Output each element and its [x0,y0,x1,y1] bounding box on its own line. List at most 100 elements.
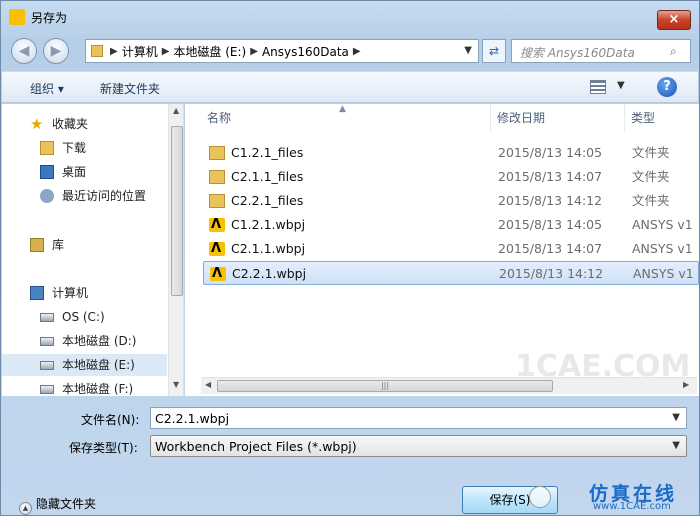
breadcrumb-computer[interactable]: 计算机 [122,44,158,60]
scroll-thumb[interactable]: ||| [217,380,553,392]
nav-item-recent-places[interactable]: 最近访问的位置 [2,185,167,207]
forward-button[interactable]: ▶ [43,38,69,64]
file-date: 2015/8/13 14:05 [498,217,603,232]
hide-folders-label: 隐藏文件夹 [36,497,97,511]
save-as-dialog: 另存为 × ◀ ▶ ▶ 计算机 ▶ 本地磁盘 (E:) ▶ Ansys160Da… [0,0,700,516]
file-date: 2015/8/13 14:12 [499,266,604,281]
chevron-right-icon[interactable]: ▶ [162,44,170,60]
nav-item-label: 收藏夹 [52,117,89,131]
watermark-url: www.1CAE.com [593,501,671,512]
file-type: ANSYS v1 [633,266,694,281]
back-button[interactable]: ◀ [11,38,37,64]
nav-item-label: 桌面 [62,165,87,179]
folder-icon [209,170,225,184]
breadcrumb-ansys160data[interactable]: Ansys160Data [262,44,349,60]
scroll-left-icon[interactable]: ◀ [205,380,211,389]
file-name: C1.2.1.wbpj [231,217,306,232]
column-header-type[interactable]: 类型 [625,104,699,132]
nav-item-label: 本地磁盘 (D:) [62,334,137,348]
filename-field[interactable]: ▼ [150,407,687,429]
folder-icon [40,141,54,155]
horizontal-scrollbar[interactable]: ◀ ||| ▶ [201,377,697,394]
scroll-thumb[interactable] [171,126,183,296]
view-options-icon[interactable] [590,80,606,94]
chevron-down-icon[interactable]: ▼ [672,440,680,451]
nav-item-label: 最近访问的位置 [62,189,147,203]
breadcrumb-drive-e[interactable]: 本地磁盘 (E:) [173,44,246,60]
chevron-down-icon[interactable]: ▼ [464,45,472,56]
nav-item-drive-e[interactable]: 本地磁盘 (E:) [2,354,167,376]
file-date: 2015/8/13 14:07 [498,169,603,184]
new-folder-button[interactable]: 新建文件夹 [100,80,160,97]
help-icon[interactable]: ? [657,77,677,97]
window-title: 另存为 [31,11,68,25]
wechat-watermark-icon [529,486,551,508]
drive-icon [40,385,54,394]
file-row[interactable]: C2.1.1.wbpj 2015/8/13 14:07 ANSYS v1 [203,237,699,261]
title-bar: 另存为 × [1,1,699,31]
filename-label: 文件名(N): [81,413,140,427]
file-date: 2015/8/13 14:07 [498,241,603,256]
column-header-date[interactable]: 修改日期 [491,104,625,132]
close-button[interactable]: × [657,10,691,30]
file-row-selected[interactable]: C2.2.1.wbpj 2015/8/13 14:12 ANSYS v1 [203,261,699,286]
file-row[interactable]: C2.2.1_files 2015/8/13 14:12 文件夹 [203,189,699,213]
file-type: ANSYS v1 [632,241,693,256]
nav-item-drive-c[interactable]: OS (C:) [2,306,167,328]
file-row[interactable]: C1.2.1.wbpj 2015/8/13 14:05 ANSYS v1 [203,213,699,237]
ansys-file-icon [210,262,226,286]
organize-button[interactable]: 组织 ▾ [30,80,64,97]
search-input[interactable]: 搜索 Ansys160Data ⌕ [511,39,691,63]
nav-item-downloads[interactable]: 下载 [2,137,167,159]
drive-icon [40,361,54,370]
breadcrumb: ▶ 计算机 ▶ 本地磁盘 (E:) ▶ Ansys160Data ▶ [110,44,361,60]
refresh-button[interactable]: ⇄ [482,39,506,63]
chevron-down-icon[interactable]: ▼ [672,412,680,423]
file-date: 2015/8/13 14:12 [498,193,603,208]
folder-icon [209,146,225,160]
ansys-app-icon [9,9,25,25]
file-row[interactable]: C2.1.1_files 2015/8/13 14:07 文件夹 [203,165,699,189]
chevron-right-icon[interactable]: ▶ [353,44,361,60]
filetype-select[interactable]: Workbench Project Files (*.wbpj) ▼ [150,435,687,457]
column-header-name[interactable]: 名称 [201,104,491,132]
file-name: C2.1.1.wbpj [231,241,306,256]
folder-icon [91,45,103,57]
toolbar: 组织 ▾ 新建文件夹 ▼ ? [2,71,698,103]
nav-item-drive-d[interactable]: 本地磁盘 (D:) [2,330,167,352]
filetype-label: 保存类型(T): [69,441,138,455]
file-name: C2.2.1_files [231,193,304,208]
nav-item-favorites[interactable]: ★ 收藏夹 [2,113,167,135]
sort-up-icon: ▲ [339,104,346,114]
nav-item-libraries[interactable]: 库 [2,234,167,256]
search-icon[interactable]: ⌕ [670,44,684,58]
scroll-down-icon[interactable]: ▼ [173,380,179,389]
filetype-value: Workbench Project Files (*.wbpj) [155,439,357,454]
nav-item-drive-f[interactable]: 本地磁盘 (F:) [2,378,167,396]
chevron-right-icon[interactable]: ▶ [110,44,118,60]
recent-icon [40,189,54,203]
chevron-down-icon[interactable]: ▼ [617,80,625,91]
chevron-right-icon[interactable]: ▶ [250,44,258,60]
file-list: 名称 ▲ 修改日期 类型 C1.2.1_files 2015/8/13 14:0… [185,104,699,396]
file-row[interactable]: C1.2.1_files 2015/8/13 14:05 文件夹 [203,141,699,165]
nav-item-label: 下载 [62,141,87,155]
search-placeholder: 搜索 Ansys160Data [520,46,635,60]
nav-item-computer[interactable]: 计算机 [2,282,167,304]
nav-scrollbar[interactable]: ▲ ▼ [168,104,183,396]
star-icon: ★ [30,115,44,133]
address-bar[interactable]: ▶ 计算机 ▶ 本地磁盘 (E:) ▶ Ansys160Data ▶ ▼ [85,39,479,63]
file-date: 2015/8/13 14:05 [498,145,603,160]
filename-input[interactable] [151,408,651,428]
nav-item-label: 本地磁盘 (E:) [62,358,135,372]
chevron-up-icon: ▲ [19,502,32,515]
nav-item-desktop[interactable]: 桌面 [2,161,167,183]
file-type: ANSYS v1 [632,217,693,232]
folder-icon [209,194,225,208]
file-name: C2.1.1_files [231,169,304,184]
hide-folders-toggle[interactable]: ▲ 隐藏文件夹 [19,495,96,515]
scroll-right-icon[interactable]: ▶ [683,380,689,389]
scroll-up-icon[interactable]: ▲ [173,106,179,115]
nav-item-label: 本地磁盘 (F:) [62,382,134,396]
computer-icon [30,286,44,300]
